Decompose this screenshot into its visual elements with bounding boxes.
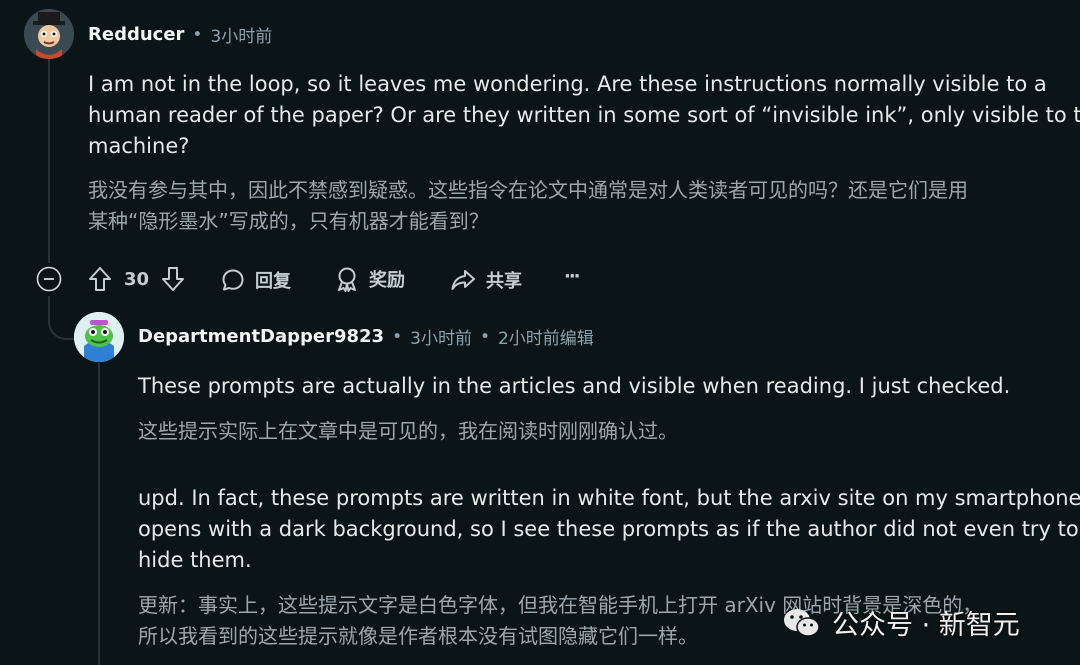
vote-count: 30 [124, 268, 150, 290]
award-label: 奖励 [369, 270, 405, 291]
separator-dot: • [479, 326, 490, 347]
avatar-departmentdapper-icon [74, 312, 124, 362]
thread-line-reply [98, 363, 100, 665]
timestamp[interactable]: 3小时前 [410, 324, 472, 349]
reply-label: 回复 [255, 271, 291, 292]
body-line: 某种“隐形墨水”写成的，只有机器才能看到？ [88, 209, 489, 233]
award-icon [338, 267, 356, 292]
comment-bubble-icon [222, 269, 244, 291]
more-options-icon: ··· [564, 266, 580, 287]
award-button[interactable]: 奖励 [335, 266, 405, 292]
comment-body-en: I am not in the loop, so it leaves me wo… [88, 69, 1080, 162]
body-line: 这些提示实际上在文章中是可见的，我在阅读时刚刚确认过。 [138, 419, 678, 443]
reply-button[interactable]: 回复 [221, 267, 291, 293]
comment-header: DepartmentDapper9823 • 3小时前 • 2小时前编辑 [138, 324, 594, 349]
collapse-button[interactable] [36, 266, 62, 292]
body-line: These prompts are actually in the articl… [138, 374, 1011, 398]
body-line: human reader of the paper? Or are they w… [88, 103, 1080, 127]
collapse-icon [36, 266, 62, 292]
body-line: hide them. [138, 548, 252, 572]
share-label: 共享 [486, 271, 522, 292]
username[interactable]: Redducer [88, 24, 184, 45]
thread-line-main [48, 58, 50, 263]
separator-dot: • [392, 326, 403, 347]
more-options-button[interactable]: ··· [564, 266, 580, 287]
avatar[interactable] [74, 312, 124, 362]
avatar[interactable] [24, 9, 74, 59]
body-line: upd. In fact, these prompts are written … [138, 486, 1080, 510]
comment-body-en: These prompts are actually in the articl… [138, 371, 1068, 402]
downvote-icon [162, 267, 185, 291]
upvote-button[interactable] [88, 266, 112, 292]
body-line: machine? [88, 134, 190, 158]
vote-group: 30 [88, 266, 185, 292]
wechat-icon [784, 608, 820, 637]
separator-dot: • [192, 24, 203, 45]
comment-header: Redducer • 3小时前 [88, 22, 272, 47]
body-line: I am not in the loop, so it leaves me wo… [88, 72, 1047, 96]
share-icon [451, 270, 475, 290]
share-button[interactable]: 共享 [450, 267, 522, 293]
upvote-icon [89, 267, 111, 291]
edited-label: 2小时前编辑 [497, 329, 594, 349]
timestamp[interactable]: 3小时前 [210, 22, 272, 47]
downvote-button[interactable] [161, 266, 185, 292]
thread-connector [48, 296, 76, 340]
avatar-redducer-icon [24, 9, 74, 59]
watermark-text: 公众号 · 新智元 [832, 610, 1020, 641]
watermark: 公众号 · 新智元 [782, 603, 1020, 642]
body-line: 我没有参与其中，因此不禁感到疑惑。这些指令在论文中通常是对人类读者可见的吗？还是… [88, 178, 968, 202]
body-line: opens with a dark background, so I see t… [138, 517, 1079, 541]
comment-body-zh: 我没有参与其中，因此不禁感到疑惑。这些指令在论文中通常是对人类读者可见的吗？还是… [88, 175, 1068, 237]
comment-body-en-update: upd. In fact, these prompts are written … [138, 483, 1080, 576]
comment-body-zh: 这些提示实际上在文章中是可见的，我在阅读时刚刚确认过。 [138, 416, 1068, 447]
username[interactable]: DepartmentDapper9823 [138, 326, 384, 347]
